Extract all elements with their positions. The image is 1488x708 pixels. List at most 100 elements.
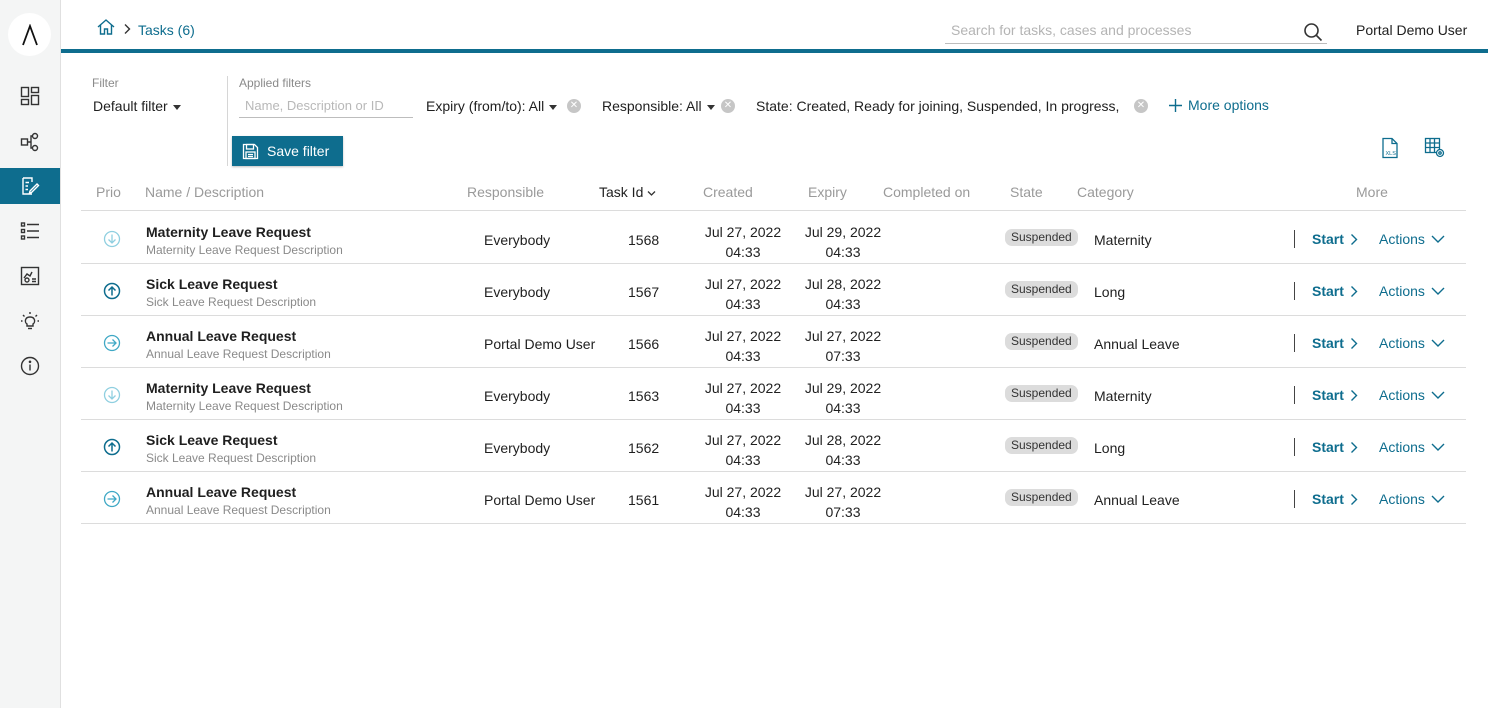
column-header-state[interactable]: State: [1010, 184, 1043, 200]
caret-down-icon: [172, 104, 181, 110]
filter-select-value: Default filter: [93, 98, 168, 114]
task-id-header-label: Task Id: [599, 184, 644, 200]
expiry-date: Jul 29, 2022: [804, 224, 882, 240]
start-label: Start: [1312, 231, 1344, 247]
chevron-down-icon: [1431, 339, 1445, 347]
search-icon[interactable]: [1303, 22, 1323, 47]
task-actions-button[interactable]: Actions: [1379, 231, 1445, 247]
task-expiry: Jul 28, 2022 04:33: [793, 274, 893, 314]
task-name[interactable]: Maternity Leave Request: [146, 380, 311, 396]
status-badge: Suspended: [1005, 333, 1078, 350]
created-date: Jul 27, 2022: [704, 276, 782, 292]
task-name[interactable]: Sick Leave Request: [146, 432, 278, 448]
chevron-down-icon: [1431, 235, 1445, 243]
responsible-filter-chip[interactable]: Responsible: All: [602, 98, 715, 114]
task-actions-button[interactable]: Actions: [1379, 283, 1445, 299]
task-actions-button[interactable]: Actions: [1379, 491, 1445, 507]
created-date: Jul 27, 2022: [704, 328, 782, 344]
column-header-prio[interactable]: Prio: [96, 184, 121, 200]
created-date: Jul 27, 2022: [704, 484, 782, 500]
more-options-button[interactable]: More options: [1168, 97, 1269, 113]
clear-expiry-filter-icon[interactable]: ✕: [567, 99, 581, 113]
table-row[interactable]: Maternity Leave Request Maternity Leave …: [81, 212, 1466, 264]
column-header-responsible[interactable]: Responsible: [467, 184, 544, 200]
expiry-filter-chip[interactable]: Expiry (from/to): All: [426, 98, 558, 114]
task-name[interactable]: Annual Leave Request: [146, 484, 296, 500]
priority-low-icon: [103, 386, 121, 409]
dashboard-icon[interactable]: [0, 78, 60, 114]
status-badge: Suspended: [1005, 437, 1078, 454]
column-header-completed[interactable]: Completed on: [883, 184, 970, 200]
home-icon[interactable]: [96, 18, 116, 41]
cases-icon[interactable]: [0, 213, 60, 249]
column-header-expiry[interactable]: Expiry: [808, 184, 847, 200]
task-actions-button[interactable]: Actions: [1379, 387, 1445, 403]
task-description: Annual Leave Request Description: [146, 503, 331, 517]
chevron-right-icon: [1350, 389, 1358, 401]
task-description: Maternity Leave Request Description: [146, 399, 343, 413]
table-row[interactable]: Sick Leave Request Sick Leave Request De…: [81, 420, 1466, 472]
app-logo[interactable]: [8, 13, 51, 56]
chevron-down-icon: [1431, 443, 1445, 451]
processes-icon[interactable]: [0, 124, 60, 160]
task-actions-button[interactable]: Actions: [1379, 335, 1445, 351]
filter-text-input[interactable]: [239, 94, 413, 118]
tasks-icon[interactable]: [0, 168, 60, 204]
task-category: Long: [1094, 284, 1126, 300]
state-filter-chip[interactable]: State: Created, Ready for joining, Suspe…: [756, 98, 1119, 114]
table-row[interactable]: Maternity Leave Request Maternity Leave …: [81, 368, 1466, 420]
task-actions-button[interactable]: Actions: [1379, 439, 1445, 455]
applied-filters-label: Applied filters: [239, 76, 312, 90]
table-row[interactable]: Sick Leave Request Sick Leave Request De…: [81, 264, 1466, 316]
task-id: 1562: [628, 440, 660, 456]
clear-responsible-filter-icon[interactable]: ✕: [721, 99, 735, 113]
start-task-button[interactable]: Start: [1312, 387, 1358, 403]
task-description: Sick Leave Request Description: [146, 295, 317, 309]
column-header-task-id[interactable]: Task Id: [599, 184, 656, 200]
chevron-down-icon: [1431, 287, 1445, 295]
save-filter-button[interactable]: Save filter: [232, 136, 343, 166]
column-header-created[interactable]: Created: [703, 184, 753, 200]
task-responsible: Everybody: [484, 440, 551, 456]
table-row[interactable]: Annual Leave Request Annual Leave Reques…: [81, 316, 1466, 368]
table-row[interactable]: Annual Leave Request Annual Leave Reques…: [81, 472, 1466, 524]
start-task-button[interactable]: Start: [1312, 439, 1358, 455]
actions-label: Actions: [1379, 491, 1425, 507]
task-created: Jul 27, 2022 04:33: [693, 482, 793, 522]
start-task-button[interactable]: Start: [1312, 231, 1358, 247]
actions-label: Actions: [1379, 335, 1425, 351]
task-name[interactable]: Annual Leave Request: [146, 328, 296, 344]
filter-label: Filter: [92, 76, 119, 90]
clear-state-filter-icon[interactable]: ✕: [1134, 99, 1148, 113]
priority-low-icon: [103, 230, 121, 253]
start-label: Start: [1312, 439, 1344, 455]
export-excel-icon[interactable]: XLS: [1379, 137, 1401, 164]
column-config-icon[interactable]: [1424, 137, 1446, 164]
start-task-button[interactable]: Start: [1312, 283, 1358, 299]
start-task-button[interactable]: Start: [1312, 335, 1358, 351]
start-task-button[interactable]: Start: [1312, 491, 1358, 507]
breadcrumb-tasks[interactable]: Tasks (6): [138, 22, 195, 38]
priority-high-icon: [103, 282, 121, 305]
column-header-name[interactable]: Name / Description: [145, 184, 264, 200]
statistics-icon[interactable]: [0, 258, 60, 294]
info-icon[interactable]: [0, 348, 60, 384]
actions-label: Actions: [1379, 387, 1425, 403]
task-name[interactable]: Maternity Leave Request: [146, 224, 311, 240]
task-description: Maternity Leave Request Description: [146, 243, 343, 257]
filter-select[interactable]: Default filter: [93, 98, 181, 114]
expiry-time: 07:33: [825, 348, 861, 364]
task-expiry: Jul 29, 2022 04:33: [793, 378, 893, 418]
expiry-date: Jul 28, 2022: [804, 276, 882, 292]
task-id: 1563: [628, 388, 660, 404]
task-name[interactable]: Sick Leave Request: [146, 276, 278, 292]
priority-normal-icon: [103, 334, 121, 357]
created-date: Jul 27, 2022: [704, 432, 782, 448]
search-input[interactable]: [951, 22, 1291, 38]
ideas-icon[interactable]: [0, 303, 60, 339]
column-header-category[interactable]: Category: [1077, 184, 1134, 200]
user-menu[interactable]: Portal Demo User: [1356, 22, 1467, 38]
expiry-filter-label: Expiry (from/to): All: [426, 98, 545, 114]
header-divider: [61, 49, 1488, 53]
start-label: Start: [1312, 283, 1344, 299]
